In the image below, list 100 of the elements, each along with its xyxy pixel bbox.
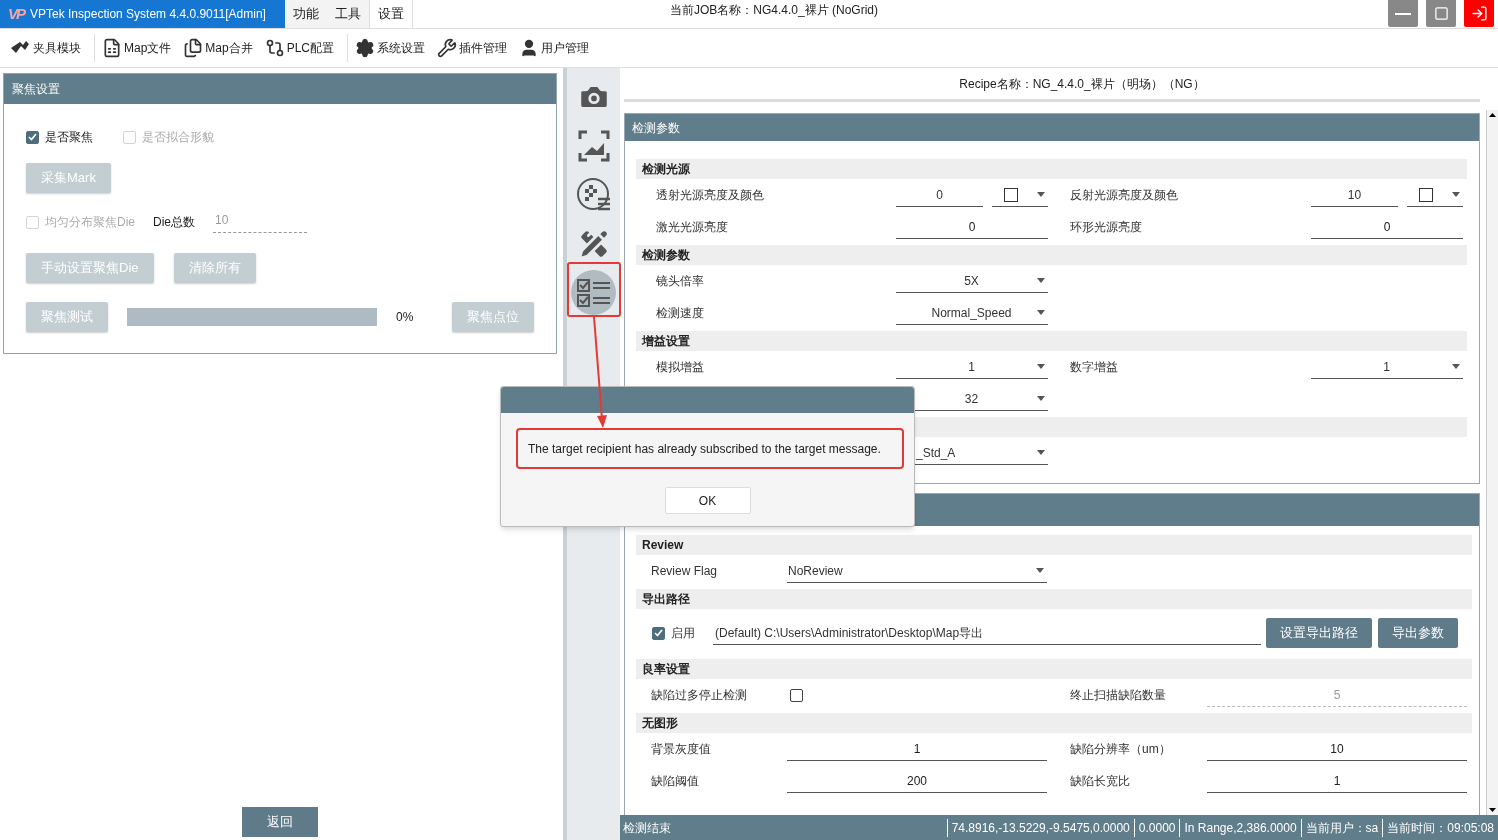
dropdown[interactable]: NoReview [787, 559, 1047, 583]
path-field[interactable]: (Default) C:\Users\Administrator\Desktop\Map导出 [713, 621, 1261, 645]
caret-icon [1037, 310, 1045, 315]
toolbar-button[interactable]: PLC配置 [261, 38, 338, 58]
settings-icon [355, 38, 376, 58]
checkbox-label: 启用 [671, 625, 696, 642]
field-label: 缺陷过多停止检测 [651, 688, 747, 702]
input-field[interactable]: 1 [1333, 771, 1341, 790]
dropdown-value: 1 [967, 358, 976, 376]
field-label: 透射光源亮度及颜色 [656, 188, 764, 202]
group-header: 检测参数 [636, 245, 1467, 265]
checkbox-label: 是否聚焦 [45, 129, 93, 146]
highlight-frame [567, 262, 621, 317]
checkbox-label: 均匀分布聚焦Die [45, 214, 135, 231]
status-text: 74.8916,-13.5229,-9.5475,0.0000 [946, 818, 1134, 837]
toolbar-button[interactable]: 插件管理 [434, 38, 511, 58]
toolbar-button[interactable]: 夹具模块 [6, 38, 84, 58]
caret-icon [1452, 192, 1460, 197]
dropdown-value: NoReview [788, 562, 844, 580]
app-logo: VP [8, 3, 24, 24]
side-tool-button[interactable] [571, 270, 616, 315]
window-title: VPTek Inspection System 4.4.0.9011[Admin] [30, 6, 266, 23]
caret-icon [1037, 192, 1045, 197]
maximize-button[interactable] [1426, 0, 1456, 27]
status-text: 0.0000 [1133, 818, 1180, 837]
dropdown-value: _Std_A [916, 444, 957, 462]
field-label: 镜头倍率 [656, 274, 704, 288]
toolbar-button[interactable]: Map合并 [180, 38, 256, 58]
toolbar-button[interactable]: 用户管理 [516, 38, 593, 58]
connection-icon [264, 38, 285, 58]
maximize-icon [1433, 6, 1449, 21]
progress-reading: 0% [396, 309, 415, 326]
field-label: 缺陷长宽比 [1070, 774, 1130, 788]
dropdown[interactable]: Normal_Speed [896, 301, 1048, 325]
field-label: 模拟增益 [656, 360, 704, 374]
dropdown-value: Normal_Speed [930, 304, 1013, 322]
dropdown[interactable]: 1 [1311, 355, 1463, 379]
scrollbar[interactable] [1486, 110, 1498, 815]
field-label: 检测速度 [656, 306, 704, 320]
group-header: 导出路径 [636, 589, 1472, 609]
job-name: 当前JOB名称：NG4.4.0_裸片 (NoGrid) [670, 2, 879, 19]
caret-icon [1037, 396, 1045, 401]
caret-icon [1452, 364, 1460, 369]
input-field[interactable]: 10 [1311, 183, 1398, 207]
field-label: Review Flag [651, 564, 718, 578]
panel-header: 聚焦设置 [4, 74, 556, 104]
field-label: 环形光源亮度 [1070, 220, 1142, 234]
minimize-button[interactable] [1388, 0, 1418, 27]
group-header: 无图形 [636, 713, 1472, 733]
dropdown-value: 1 [1382, 358, 1391, 376]
group-header: 增益设置 [636, 331, 1467, 351]
caret-icon [1037, 450, 1045, 455]
action-button[interactable]: 设置导出路径 [1266, 618, 1372, 648]
exit-icon [1470, 5, 1488, 22]
dropdown-value: 32 [963, 390, 980, 408]
checkbox[interactable] [652, 626, 665, 640]
image-frame-icon [576, 128, 611, 163]
menu-tab[interactable]: 设置 [369, 0, 413, 28]
tools-icon [437, 38, 458, 58]
input-field[interactable]: 0 [968, 217, 976, 236]
field-label: 缺陷分辨率（um） [1070, 742, 1171, 756]
checkbox[interactable] [26, 130, 39, 144]
status-text: In Range,2,386.0000 [1179, 818, 1301, 837]
check-icon [28, 133, 37, 141]
input-field[interactable]: 10 [1330, 739, 1344, 758]
caret-icon [1036, 568, 1044, 573]
spreadsheet-file-icon [102, 38, 122, 58]
input-field[interactable]: 200 [907, 771, 927, 790]
dropdown[interactable]: 1 [896, 355, 1048, 379]
toolbar-button[interactable]: 系统设置 [352, 38, 429, 58]
caret-icon [1037, 364, 1045, 369]
field-label: 激光光源亮度 [656, 220, 728, 234]
check-icon [654, 629, 663, 637]
scroll-up-icon[interactable] [1487, 110, 1498, 120]
input-field[interactable]: 0 [896, 183, 983, 207]
toolbar-button[interactable]: Map文件 [99, 38, 175, 58]
input-field[interactable]: 0 [1383, 217, 1391, 236]
caret-icon [1037, 278, 1045, 283]
status-text: 当前时间：09:05:08 [1382, 818, 1498, 837]
status-text: 当前用户：sa [1300, 818, 1383, 837]
dropdown[interactable]: 5X [896, 269, 1048, 293]
group-header: 良率设置 [636, 659, 1472, 679]
input-field[interactable]: 1 [913, 739, 921, 758]
action-button[interactable]: 导出参数 [1378, 618, 1458, 648]
menu-tab[interactable]: 工具 [327, 0, 369, 28]
dropdown-value: 5X [963, 272, 980, 290]
group-header: Review [636, 535, 1472, 555]
minimize-icon [1395, 12, 1411, 15]
status-text: 检测结束 [622, 819, 672, 837]
ok-button[interactable]: OK [664, 487, 751, 514]
field-label: 缺陷阈值 [651, 774, 699, 788]
checkbox-label: 是否拟合形貌 [142, 129, 214, 146]
return-button[interactable]: 返回 [242, 807, 318, 837]
checkbox[interactable] [790, 688, 803, 702]
exit-button[interactable] [1464, 0, 1494, 27]
field-label: 终止扫描缺陷数量 [1070, 688, 1166, 702]
field-label: 背景灰度值 [651, 742, 711, 756]
recipe-title: Recipe名称：NG_4.4.0_裸片（明场）（NG） [959, 75, 1205, 93]
menu-tab[interactable]: 功能 [285, 0, 327, 28]
grid-list-icon [575, 176, 612, 213]
